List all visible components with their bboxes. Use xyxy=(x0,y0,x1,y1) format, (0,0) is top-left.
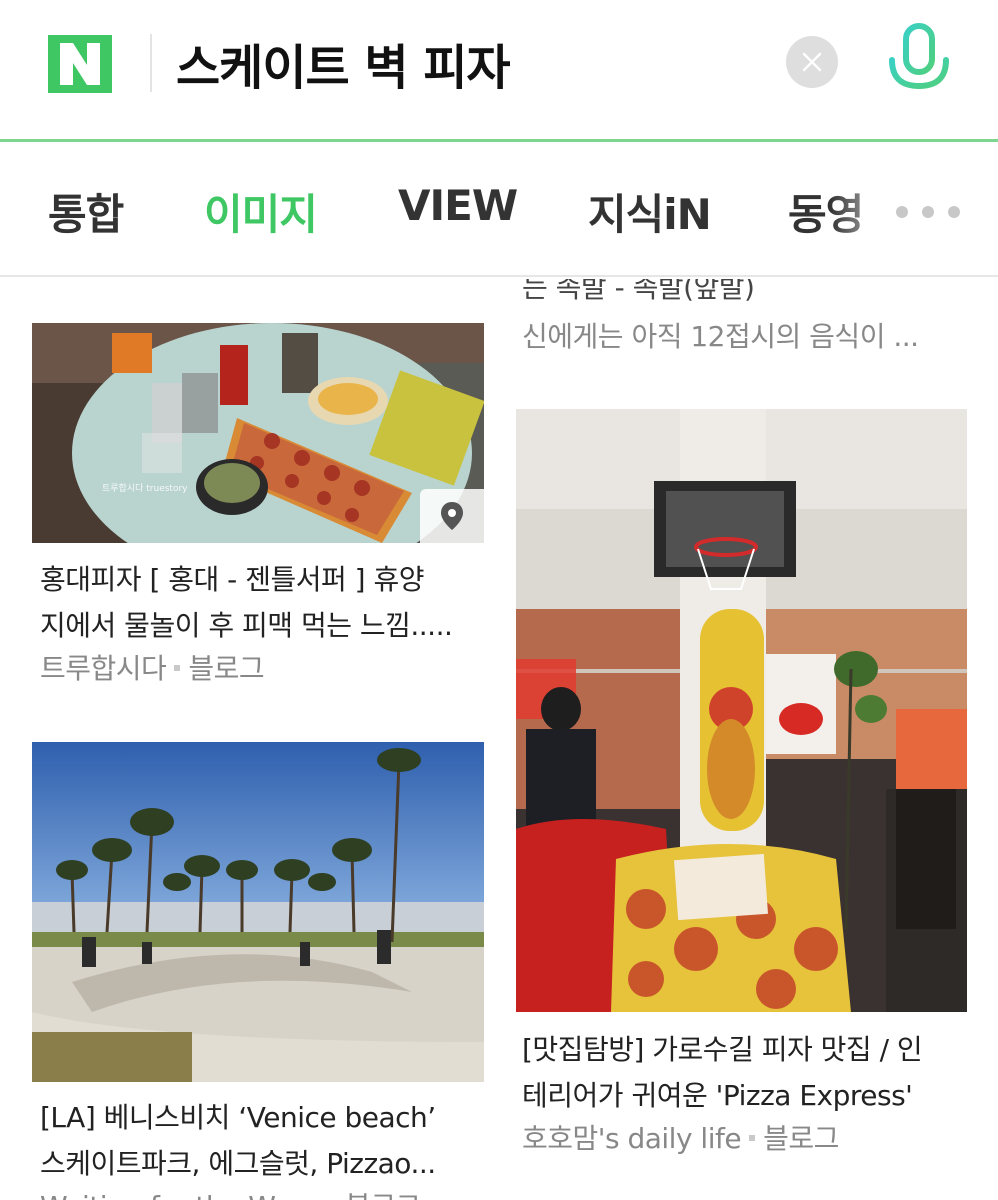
header-divider xyxy=(150,34,152,92)
result-image-hongdae-pizza[interactable]: 트루합시다 truestory xyxy=(32,323,484,543)
tab-images[interactable]: 이미지 xyxy=(204,181,318,242)
result-source: 호호맘's daily life 블로그 xyxy=(522,1117,839,1157)
separator-dot xyxy=(174,664,181,671)
more-dots-icon xyxy=(896,206,908,218)
source-type: 블로그 xyxy=(763,1122,839,1155)
result-title[interactable]: 홍대피자 [ 홍대 - 젠틀서퍼 ] 휴양 지에서 물놀이 후 피맥 먹는 느낌… xyxy=(40,557,480,649)
result-title[interactable]: [맛집탐방] 가로수길 피자 맛집 / 인 테리어가 귀여운 'Pizza Ex… xyxy=(522,1027,962,1119)
close-icon xyxy=(802,52,822,72)
result-title[interactable]: [LA] 베니스비치 ‘Venice beach’ 스케이트파크, 에그슬럿, … xyxy=(40,1095,480,1187)
result-image-pizza-express[interactable] xyxy=(516,409,967,1012)
result-snippet-partial: 신에게는 아직 12접시의 음식이 ... xyxy=(522,320,919,353)
result-title-line: [맛집탐방] 가로수길 피자 맛집 / 인 xyxy=(522,1033,923,1066)
source-name[interactable]: Waiting for the Wave xyxy=(40,1190,324,1200)
result-title-line: 홍대피자 [ 홍대 - 젠틀서퍼 ] 휴양 xyxy=(40,563,424,596)
search-input[interactable]: 스케이트 벽 피자 xyxy=(176,28,511,98)
more-dot xyxy=(922,206,934,218)
image-results-grid: 는 족발 - 족발(앞발) 신에게는 아직 12접시의 음식이 ... 트루합시… xyxy=(0,279,998,1200)
result-title-line: [LA] 베니스비치 ‘Venice beach’ xyxy=(40,1101,436,1134)
result-image-venice-beach[interactable] xyxy=(32,742,484,1082)
microphone-icon xyxy=(889,23,949,105)
voice-search-button[interactable] xyxy=(884,22,954,106)
search-tabs: 통합 이미지 VIEW 지식iN 동영 xyxy=(0,145,998,277)
result-title-partial[interactable]: 는 족발 - 족발(앞발) xyxy=(522,279,755,311)
more-dot xyxy=(948,206,960,218)
location-badge[interactable] xyxy=(420,489,484,543)
result-title-line: 지에서 물놀이 후 피맥 먹는 느낌..... xyxy=(40,609,453,642)
result-title-line: 테리어가 귀여운 'Pizza Express' xyxy=(522,1079,913,1112)
naver-logo[interactable] xyxy=(48,35,112,93)
tab-view[interactable]: VIEW xyxy=(398,181,518,230)
image-watermark: 트루합시다 truestory xyxy=(102,484,188,494)
search-header: 스케이트 벽 피자 xyxy=(0,0,998,142)
clear-search-button[interactable] xyxy=(786,36,838,88)
source-name[interactable]: 호호맘's daily life xyxy=(522,1122,742,1155)
result-title-line: 스케이트파크, 에그슬럿, Pizzao... xyxy=(40,1147,436,1180)
result-source: Waiting for the Wave 블로그 xyxy=(40,1185,421,1200)
separator-dot xyxy=(749,1134,756,1141)
source-type: 블로그 xyxy=(188,652,265,685)
tab-knowledge-in[interactable]: 지식iN xyxy=(588,181,712,242)
result-source: 트루합시다 블로그 xyxy=(40,647,265,687)
tab-integrated[interactable]: 통합 xyxy=(48,181,124,242)
location-pin-icon xyxy=(441,502,463,530)
more-tabs-button[interactable] xyxy=(896,203,976,227)
source-type: 블로그 xyxy=(345,1190,421,1200)
source-name[interactable]: 트루합시다 xyxy=(40,652,167,685)
